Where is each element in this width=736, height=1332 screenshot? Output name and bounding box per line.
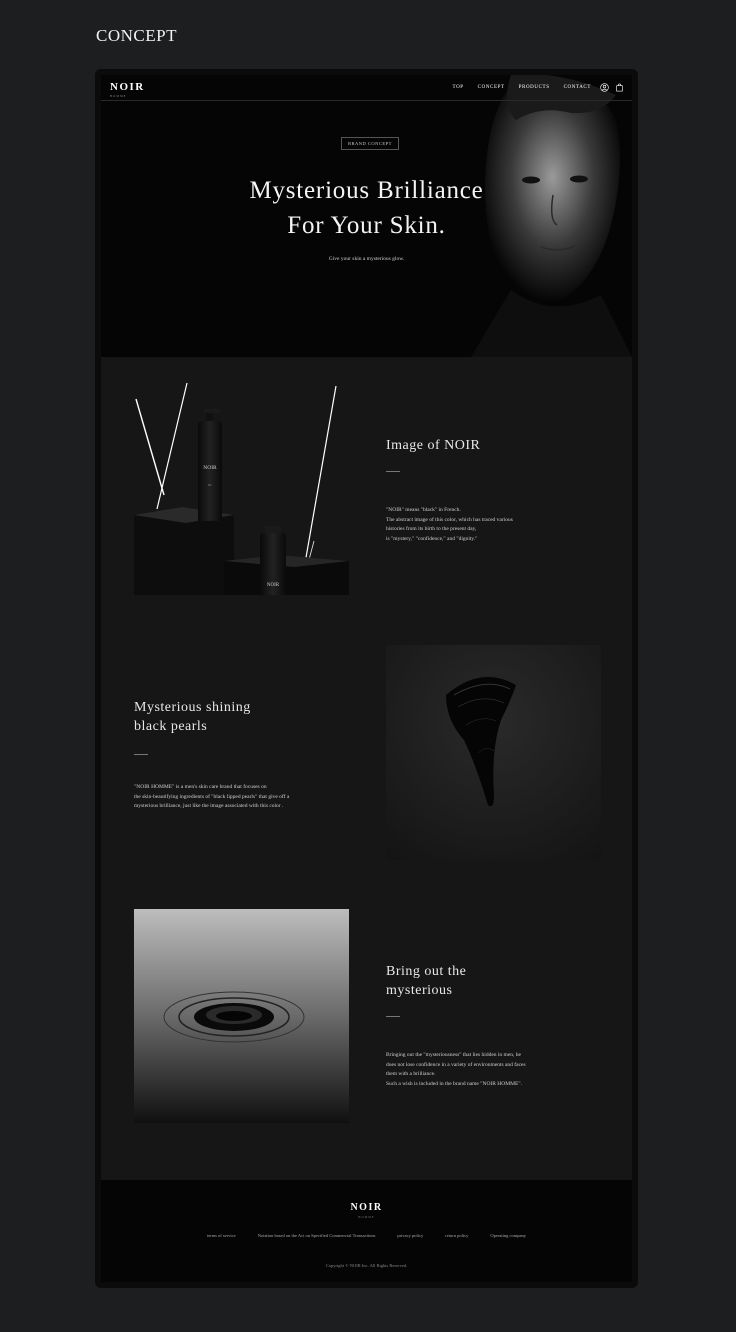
footer-logo[interactable]: NOIR	[101, 1202, 632, 1213]
body-line: Bringing out the "mysteriousness" that l…	[386, 1052, 521, 1058]
water-ripple-image	[134, 909, 349, 1123]
hero-subtitle: Give your skin a mysterious glow.	[328, 256, 405, 262]
section-heading: CONCEPT	[96, 26, 177, 45]
footer-links: terms of service Notation based on the A…	[101, 1233, 632, 1238]
hero-title-line-1: Mysterious Brilliance	[249, 177, 484, 204]
website: NOIR HOMME TOP CONCEPT PRODUCTS CONTACT	[101, 75, 632, 1282]
section-divider	[134, 754, 148, 755]
body-line: mysterious brilliance, just like the ima…	[134, 803, 284, 809]
site-footer: NOIR HOMME terms of service Notation bas…	[101, 1180, 632, 1282]
body-line: histories from its birth to the present …	[386, 526, 477, 532]
section-title-image-of-noir: Image of NOIR	[386, 438, 481, 453]
section-title-bring-out: Bring out the mysterious	[386, 962, 466, 1000]
bottle-label-large: NOIR	[203, 465, 217, 471]
site-logo-sub: HOMME	[110, 94, 127, 98]
hero-title-line-2: For Your Skin.	[287, 212, 446, 239]
section-body-black-pearls: "NOIR HOMME" is a men's skin care brand …	[134, 783, 289, 812]
bottle-number-large: 01	[208, 483, 212, 487]
shopping-bag-icon[interactable]	[615, 83, 624, 92]
site-logo[interactable]: NOIR	[110, 81, 145, 93]
footer-link-commercial-act[interactable]: Notation based on the Act on Specified C…	[258, 1233, 376, 1238]
body-line: "NOIR HOMME" is a men's skin care brand …	[134, 784, 267, 790]
product-bottles-image: NOIR 01 NOIR 01	[134, 381, 349, 595]
user-icon[interactable]	[600, 83, 609, 92]
footer-link-privacy[interactable]: privacy policy	[397, 1233, 423, 1238]
footer-link-terms[interactable]: terms of service	[207, 1233, 236, 1238]
browser-mockup-frame: NOIR HOMME TOP CONCEPT PRODUCTS CONTACT	[95, 69, 638, 1288]
title-line: mysterious	[386, 983, 453, 998]
body-line: does not lose confidence in a variety of…	[386, 1061, 526, 1068]
hero-section: NOIR HOMME TOP CONCEPT PRODUCTS CONTACT	[101, 75, 632, 357]
body-line: The abstract image of this color, which …	[386, 516, 513, 523]
nav-link-contact[interactable]: CONTACT	[564, 85, 591, 90]
black-cream-swatch-image	[386, 645, 601, 860]
body-line: "NOIR" means "black" in French.	[386, 507, 461, 513]
bottle-label-small: NOIR	[267, 583, 280, 588]
section-body-image-of-noir: "NOIR" means "black" in French. The abst…	[386, 506, 513, 544]
section-body-bring-out: Bringing out the "mysteriousness" that l…	[386, 1051, 526, 1089]
site-navbar: NOIR HOMME TOP CONCEPT PRODUCTS CONTACT	[101, 75, 632, 101]
brand-concept-badge: BRAND CONCEPT	[341, 137, 399, 150]
nav-links: TOP CONCEPT PRODUCTS CONTACT	[453, 85, 591, 90]
body-line: the skin-beautifying ingredients of "bla…	[134, 793, 290, 800]
nav-link-top[interactable]: TOP	[453, 85, 464, 90]
title-line: Bring out the	[386, 964, 467, 979]
section-divider	[386, 471, 400, 472]
body-line: is "mystery," "confidence," and "dignity…	[386, 535, 478, 542]
title-line: black pearls	[134, 719, 208, 734]
section-divider	[386, 1016, 400, 1017]
body-line: them with a brilliance.	[386, 1071, 436, 1077]
section-title-black-pearls: Mysterious shining black pearls	[134, 698, 251, 736]
title-line: Mysterious shining	[134, 700, 251, 715]
body-line: Such a wish is included in the brand nam…	[386, 1080, 523, 1087]
copyright: Copyright © NOIR Inc. All Rights Reserve…	[325, 1263, 408, 1268]
footer-logo-sub: HOMME	[358, 1215, 375, 1219]
footer-link-return[interactable]: return policy	[445, 1233, 468, 1238]
nav-link-concept[interactable]: CONCEPT	[478, 85, 505, 90]
footer-link-company[interactable]: Operating company	[490, 1233, 526, 1238]
nav-link-products[interactable]: PRODUCTS	[519, 85, 550, 90]
